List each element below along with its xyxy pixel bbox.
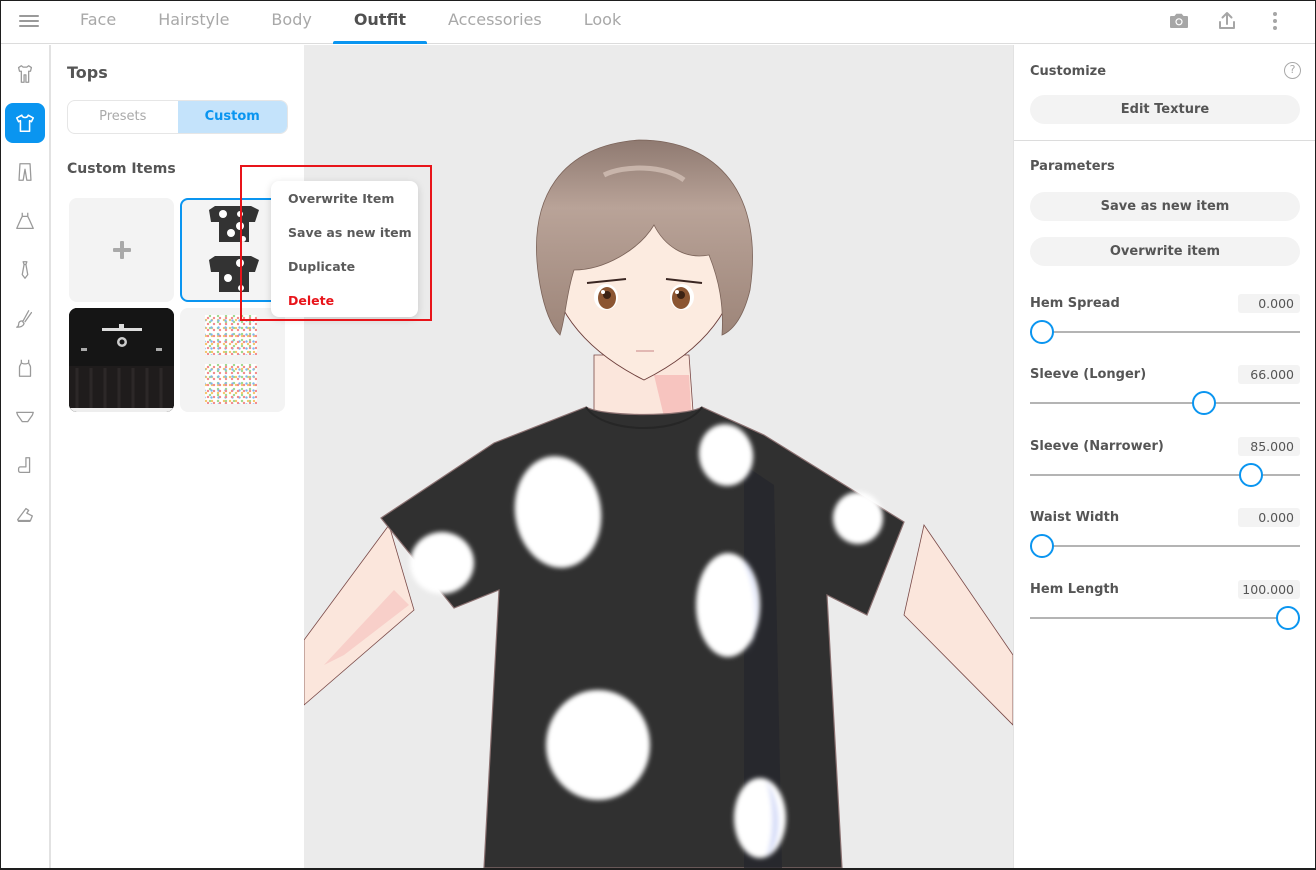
section-divider xyxy=(1014,140,1315,141)
tab-hairstyle[interactable]: Hairstyle xyxy=(137,1,250,44)
share-icon[interactable] xyxy=(1215,9,1239,33)
rail-sock[interactable] xyxy=(5,446,45,486)
add-item-button[interactable] xyxy=(69,198,174,302)
rail-tshirt[interactable] xyxy=(5,103,45,143)
param-label: Sleeve (Narrower) xyxy=(1030,439,1164,454)
confetti-thumbnail-bottom xyxy=(205,364,257,404)
menu-delete[interactable]: Delete xyxy=(288,293,334,308)
param-value-field[interactable]: 100.000 xyxy=(1238,580,1300,599)
custom-item-dark-outfit[interactable] xyxy=(69,308,174,412)
custom-item-polka-tshirt[interactable] xyxy=(180,198,285,302)
hem-length-slider[interactable] xyxy=(1030,606,1300,630)
polka-tshirt-thumbnail xyxy=(209,206,259,292)
param-value-field[interactable]: 85.000 xyxy=(1238,437,1300,456)
panel-title: Tops xyxy=(67,63,108,82)
menu-duplicate[interactable]: Duplicate xyxy=(288,259,355,274)
help-icon[interactable]: ? xyxy=(1284,62,1301,79)
rail-tank-top[interactable] xyxy=(5,348,45,388)
category-tabs: Face Hairstyle Body Outfit Accessories L… xyxy=(59,1,642,44)
camera-icon[interactable] xyxy=(1167,9,1191,33)
slider-thumb[interactable] xyxy=(1030,320,1054,344)
tab-look[interactable]: Look xyxy=(563,1,642,44)
sneaker-icon xyxy=(17,507,33,523)
rail-tie[interactable] xyxy=(5,250,45,290)
param-hem-spread: Hem Spread 0.000 xyxy=(1030,294,1300,356)
parameters-title: Parameters xyxy=(1030,159,1115,174)
underwear-icon xyxy=(16,411,34,423)
item-panel: Tops Presets Custom Custom Items xyxy=(53,45,304,868)
segment-presets[interactable]: Presets xyxy=(68,101,178,133)
hem-spread-slider[interactable] xyxy=(1030,320,1300,344)
rail-dress[interactable] xyxy=(5,201,45,241)
avatar-preview xyxy=(304,139,1013,868)
waist-width-slider[interactable] xyxy=(1030,534,1300,558)
sock-icon xyxy=(17,457,31,474)
customize-title: Customize xyxy=(1030,64,1107,79)
param-value-field[interactable]: 0.000 xyxy=(1238,508,1300,527)
param-sleeve-longer: Sleeve (Longer) 66.000 xyxy=(1030,365,1300,427)
tie-icon xyxy=(21,261,29,279)
param-value-field[interactable]: 66.000 xyxy=(1238,365,1300,384)
param-waist-width: Waist Width 0.000 xyxy=(1030,508,1300,570)
brush-icon xyxy=(16,310,33,328)
pants-icon xyxy=(18,163,32,181)
param-sleeve-narrower: Sleeve (Narrower) 85.000 xyxy=(1030,437,1300,499)
sleeve-narrower-slider[interactable] xyxy=(1030,463,1300,487)
edit-texture-button[interactable]: Edit Texture xyxy=(1030,95,1300,124)
rail-pants[interactable] xyxy=(5,152,45,192)
more-vertical-icon[interactable] xyxy=(1263,9,1287,33)
tank-top-icon xyxy=(18,359,32,377)
app-window: Face Hairstyle Body Outfit Accessories L… xyxy=(1,1,1315,868)
overwrite-item-button[interactable]: Overwrite item xyxy=(1030,237,1300,266)
param-hem-length: Hem Length 100.000 xyxy=(1030,580,1300,642)
item-context-menu: Overwrite Item Save as new item Duplicat… xyxy=(271,181,418,317)
dark-outfit-thumbnail xyxy=(69,308,174,412)
save-as-new-item-button[interactable]: Save as new item xyxy=(1030,192,1300,221)
tshirt-icon xyxy=(15,114,35,133)
custom-item-confetti[interactable] xyxy=(180,308,285,412)
custom-items-heading: Custom Items xyxy=(67,161,176,177)
avatar-3d-viewport[interactable] xyxy=(304,45,1013,868)
rail-underwear[interactable] xyxy=(5,397,45,437)
tab-body[interactable]: Body xyxy=(250,1,332,44)
slider-thumb[interactable] xyxy=(1030,534,1054,558)
rail-outfit-set[interactable] xyxy=(5,54,45,94)
customize-panel: Customize ? Edit Texture Parameters Save… xyxy=(1013,45,1315,868)
param-label: Hem Spread xyxy=(1030,296,1120,311)
plus-icon xyxy=(112,241,131,259)
confetti-thumbnail-top xyxy=(205,315,257,355)
dress-icon xyxy=(16,212,34,229)
tab-face[interactable]: Face xyxy=(59,1,137,44)
segment-custom[interactable]: Custom xyxy=(177,101,287,133)
sleeve-longer-slider[interactable] xyxy=(1030,391,1300,415)
slider-thumb[interactable] xyxy=(1239,463,1264,487)
slider-thumb[interactable] xyxy=(1192,391,1217,415)
param-value-field[interactable]: 0.000 xyxy=(1238,294,1300,313)
presets-custom-toggle: Presets Custom xyxy=(67,100,288,134)
menu-save-as-new-item[interactable]: Save as new item xyxy=(288,225,412,240)
tab-accessories[interactable]: Accessories xyxy=(427,1,563,44)
param-label: Waist Width xyxy=(1030,510,1120,525)
menu-overwrite-item[interactable]: Overwrite Item xyxy=(288,191,394,206)
param-label: Hem Length xyxy=(1030,582,1119,597)
hamburger-menu-icon[interactable] xyxy=(19,12,39,32)
top-bar: Face Hairstyle Body Outfit Accessories L… xyxy=(1,1,1315,44)
tab-outfit[interactable]: Outfit xyxy=(332,1,428,44)
rail-brush[interactable] xyxy=(5,299,45,339)
outfit-category-rail xyxy=(1,45,51,868)
outfit-set-icon xyxy=(17,65,33,83)
rail-sneaker[interactable] xyxy=(5,495,45,535)
slider-thumb[interactable] xyxy=(1276,606,1300,630)
param-label: Sleeve (Longer) xyxy=(1030,367,1147,382)
